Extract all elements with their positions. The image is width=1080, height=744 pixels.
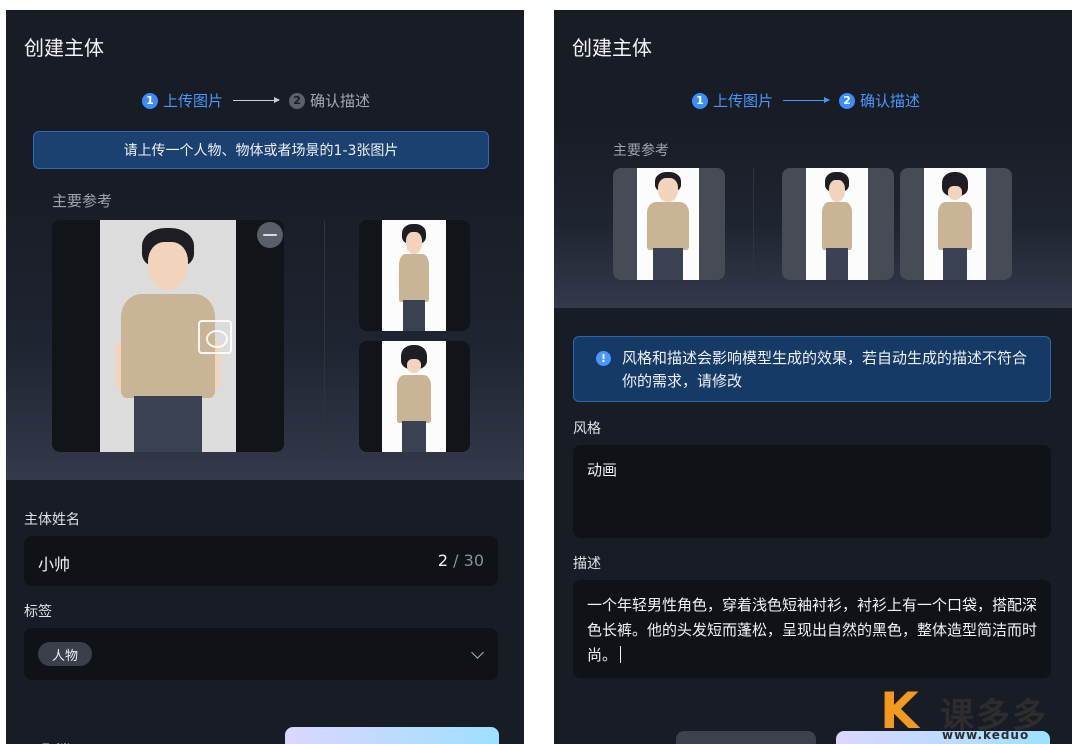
step-label: 上传图片 bbox=[163, 92, 224, 110]
divider bbox=[324, 220, 325, 452]
chevron-down-icon[interactable] bbox=[471, 646, 484, 659]
reference-thumbnail-back[interactable] bbox=[359, 341, 470, 452]
step-upload: 1 上传图片 bbox=[692, 90, 773, 111]
back-button[interactable] bbox=[676, 731, 816, 744]
step-confirm: 2 确认描述 bbox=[289, 90, 370, 111]
character-figure bbox=[930, 168, 980, 280]
info-text: 风格和描述会影响模型生成的效果，若自动生成的描述不符合你的需求，请修改 bbox=[622, 349, 1028, 390]
info-icon: ! bbox=[596, 351, 611, 366]
create-subject-panel-upload: 创建主体 1 上传图片 2 确认描述 请上传一个人物、物体或者场景的1-3张图片… bbox=[6, 10, 524, 744]
step-confirm: 2 确认描述 bbox=[839, 90, 920, 111]
description-value: 一个年轻男性角色，穿着浅色短袖衬衫，衬衫上有一个口袋，搭配深色长裤。他的头发短而… bbox=[587, 596, 1038, 664]
watermark-logo: K 课多多 www.keduo bbox=[880, 684, 1080, 744]
reference-thumbnail-back[interactable] bbox=[900, 168, 1012, 280]
reference-thumbnail-side[interactable] bbox=[359, 220, 470, 331]
character-figure bbox=[389, 220, 439, 331]
description-label: 描述 bbox=[573, 556, 601, 572]
name-label: 主体姓名 bbox=[24, 512, 80, 528]
minus-icon bbox=[263, 234, 277, 236]
char-max: / 30 bbox=[453, 551, 484, 570]
panel-title: 创建主体 bbox=[572, 36, 652, 60]
reference-thumbnail-side[interactable] bbox=[782, 168, 894, 280]
character-side-image bbox=[382, 220, 446, 331]
watermark-k-logo: K bbox=[880, 682, 919, 740]
step-number: 2 bbox=[839, 92, 856, 109]
arrow-right-icon bbox=[233, 97, 281, 103]
next-button[interactable] bbox=[285, 727, 499, 744]
remove-image-button[interactable] bbox=[257, 222, 283, 248]
create-subject-panel-confirm: 创建主体 1 上传图片 2 确认描述 主要参考 ! 风格和描述会影响模型生成的效… bbox=[554, 10, 1072, 744]
reference-area: 主要参考 bbox=[6, 180, 524, 480]
reference-area: 主要参考 bbox=[554, 120, 1072, 308]
name-value: 小帅 bbox=[38, 555, 71, 574]
description-textarea[interactable]: 一个年轻男性角色，穿着浅色短袖衬衫，衬衫上有一个口袋，搭配深色长裤。他的头发短而… bbox=[573, 580, 1051, 678]
main-reference-label: 主要参考 bbox=[52, 192, 113, 210]
tag-label: 标签 bbox=[24, 604, 52, 620]
step-number: 1 bbox=[692, 92, 708, 109]
character-front-image bbox=[100, 220, 236, 452]
step-upload: 1 上传图片 bbox=[142, 90, 223, 111]
step-number: 2 bbox=[289, 92, 306, 109]
character-figure bbox=[389, 341, 439, 452]
tag-select[interactable]: 人物 bbox=[24, 628, 498, 680]
style-label: 风格 bbox=[573, 421, 601, 437]
character-figure bbox=[642, 168, 694, 280]
character-back-image bbox=[382, 341, 446, 452]
upload-hint-banner: 请上传一个人物、物体或者场景的1-3张图片 bbox=[33, 131, 489, 169]
name-input[interactable]: 小帅 2 / 30 bbox=[24, 536, 498, 586]
char-counter: 2 / 30 bbox=[438, 551, 484, 570]
arrow-right-icon bbox=[783, 97, 831, 103]
text-caret bbox=[620, 646, 622, 663]
step-number: 1 bbox=[142, 92, 158, 109]
watermark-url: www.keduo bbox=[942, 728, 1030, 742]
stepper: 1 上传图片 2 确认描述 bbox=[692, 90, 920, 111]
step-label: 确认描述 bbox=[860, 92, 921, 110]
style-textarea[interactable]: 动画 bbox=[573, 445, 1051, 538]
panel-title: 创建主体 bbox=[24, 36, 104, 60]
character-back-image bbox=[924, 168, 986, 280]
ai-processing-icon bbox=[198, 320, 232, 354]
tag-chip[interactable]: 人物 bbox=[38, 642, 93, 666]
main-reference-image[interactable] bbox=[52, 220, 284, 452]
step-label: 上传图片 bbox=[713, 92, 774, 110]
character-figure bbox=[812, 168, 862, 280]
main-reference-label: 主要参考 bbox=[613, 143, 669, 159]
reference-thumbnail-front[interactable] bbox=[613, 168, 725, 280]
stepper: 1 上传图片 2 确认描述 bbox=[142, 90, 370, 111]
cancel-label[interactable]: 取消 bbox=[42, 740, 70, 744]
step-label: 确认描述 bbox=[310, 92, 371, 110]
character-side-image bbox=[806, 168, 868, 280]
character-front-image bbox=[637, 168, 699, 280]
info-banner: ! 风格和描述会影响模型生成的效果，若自动生成的描述不符合你的需求，请修改 bbox=[573, 336, 1051, 402]
char-count: 2 bbox=[437, 551, 449, 570]
divider bbox=[753, 168, 754, 280]
